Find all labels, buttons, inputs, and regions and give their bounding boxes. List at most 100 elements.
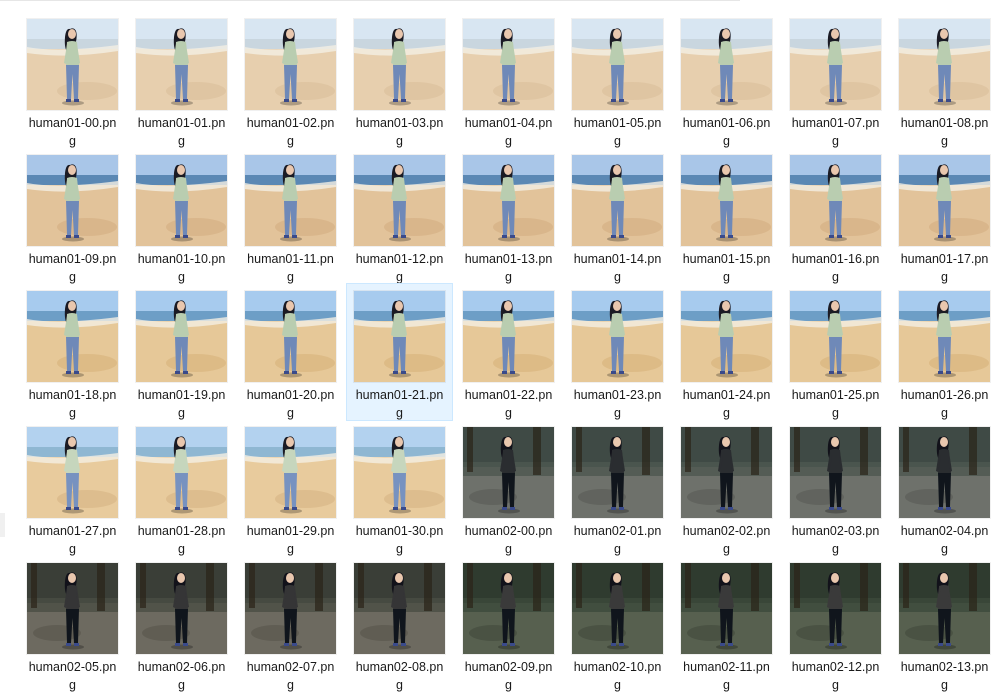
image-thumbnail[interactable] xyxy=(354,291,445,382)
file-name-line: g xyxy=(178,678,185,692)
image-thumbnail[interactable] xyxy=(899,291,990,382)
file-item[interactable]: human01-26.pn g xyxy=(892,284,997,420)
file-item[interactable]: human02-00.pn g xyxy=(456,420,561,556)
file-item[interactable]: human01-21.pn g xyxy=(346,283,453,421)
file-item[interactable]: human01-07.pn g xyxy=(783,12,888,148)
file-item[interactable]: human02-11.pn g xyxy=(674,556,779,692)
file-name-label: human01-12.pn g xyxy=(347,250,452,286)
image-thumbnail[interactable] xyxy=(790,155,881,246)
file-item[interactable]: human01-28.pn g xyxy=(129,420,234,556)
file-item[interactable]: human02-04.pn g xyxy=(892,420,997,556)
image-thumbnail[interactable] xyxy=(681,427,772,518)
file-name-line: human02-12.pn xyxy=(791,660,880,674)
image-thumbnail[interactable] xyxy=(245,291,336,382)
file-item[interactable]: human01-17.pn g xyxy=(892,148,997,284)
image-thumbnail[interactable] xyxy=(572,427,663,518)
file-item[interactable]: human01-24.pn g xyxy=(674,284,779,420)
file-name-label: human02-02.pn g xyxy=(674,522,779,558)
file-item[interactable]: human02-12.pn g xyxy=(783,556,888,692)
image-thumbnail[interactable] xyxy=(899,19,990,110)
file-item[interactable]: human02-08.pn g xyxy=(347,556,452,692)
image-thumbnail[interactable] xyxy=(790,19,881,110)
image-thumbnail[interactable] xyxy=(27,155,118,246)
file-item[interactable]: human01-09.pn g xyxy=(20,148,125,284)
image-thumbnail[interactable] xyxy=(572,291,663,382)
file-item[interactable]: human01-15.pn g xyxy=(674,148,779,284)
file-item[interactable]: human01-01.pn g xyxy=(129,12,234,148)
file-item[interactable]: human01-06.pn g xyxy=(674,12,779,148)
file-item[interactable]: human02-03.pn g xyxy=(783,420,888,556)
image-thumbnail[interactable] xyxy=(572,155,663,246)
file-item[interactable]: human02-02.pn g xyxy=(674,420,779,556)
file-name-label: human01-07.pn g xyxy=(783,114,888,150)
image-thumbnail[interactable] xyxy=(27,291,118,382)
image-thumbnail[interactable] xyxy=(463,19,554,110)
file-item[interactable]: human01-10.pn g xyxy=(129,148,234,284)
image-thumbnail[interactable] xyxy=(463,291,554,382)
file-item[interactable]: human01-27.pn g xyxy=(20,420,125,556)
file-item[interactable]: human01-08.pn g xyxy=(892,12,997,148)
file-name-line: human01-23.pn xyxy=(573,388,662,402)
file-item[interactable]: human01-13.pn g xyxy=(456,148,561,284)
file-item[interactable]: human01-29.pn g xyxy=(238,420,343,556)
file-item[interactable]: human02-05.pn g xyxy=(20,556,125,692)
file-item[interactable]: human01-03.pn g xyxy=(347,12,452,148)
file-item[interactable]: human02-06.pn g xyxy=(129,556,234,692)
image-thumbnail[interactable] xyxy=(681,291,772,382)
file-item[interactable]: human01-22.pn g xyxy=(456,284,561,420)
image-thumbnail[interactable] xyxy=(681,19,772,110)
image-thumbnail[interactable] xyxy=(790,291,881,382)
image-thumbnail[interactable] xyxy=(27,563,118,654)
file-item[interactable]: human01-04.pn g xyxy=(456,12,561,148)
file-name-line: human01-07.pn xyxy=(791,116,880,130)
image-thumbnail[interactable] xyxy=(245,19,336,110)
file-name-label: human01-05.pn g xyxy=(565,114,670,150)
file-name-line: human01-18.pn xyxy=(28,388,117,402)
file-item[interactable]: human01-18.pn g xyxy=(20,284,125,420)
file-item[interactable]: human02-10.pn g xyxy=(565,556,670,692)
file-item[interactable]: human01-20.pn g xyxy=(238,284,343,420)
file-item[interactable]: human02-09.pn g xyxy=(456,556,561,692)
file-item[interactable]: human01-11.pn g xyxy=(238,148,343,284)
image-thumbnail[interactable] xyxy=(790,563,881,654)
image-thumbnail[interactable] xyxy=(681,155,772,246)
file-item[interactable]: human02-01.pn g xyxy=(565,420,670,556)
image-thumbnail[interactable] xyxy=(463,427,554,518)
image-thumbnail[interactable] xyxy=(572,19,663,110)
image-thumbnail[interactable] xyxy=(136,155,227,246)
file-item[interactable]: human01-16.pn g xyxy=(783,148,888,284)
image-thumbnail[interactable] xyxy=(136,291,227,382)
file-item[interactable]: human02-07.pn g xyxy=(238,556,343,692)
file-item[interactable]: human01-02.pn g xyxy=(238,12,343,148)
file-item[interactable]: human01-19.pn g xyxy=(129,284,234,420)
file-item[interactable]: human01-14.pn g xyxy=(565,148,670,284)
image-thumbnail[interactable] xyxy=(136,563,227,654)
image-thumbnail[interactable] xyxy=(136,19,227,110)
image-thumbnail[interactable] xyxy=(354,427,445,518)
image-thumbnail[interactable] xyxy=(899,155,990,246)
file-item[interactable]: human02-13.pn g xyxy=(892,556,997,692)
file-item[interactable]: human01-05.pn g xyxy=(565,12,670,148)
image-thumbnail[interactable] xyxy=(245,427,336,518)
image-thumbnail[interactable] xyxy=(245,563,336,654)
image-thumbnail[interactable] xyxy=(572,563,663,654)
image-thumbnail[interactable] xyxy=(27,19,118,110)
image-thumbnail[interactable] xyxy=(354,155,445,246)
file-name-label: human02-00.pn g xyxy=(456,522,561,558)
image-thumbnail[interactable] xyxy=(681,563,772,654)
image-thumbnail[interactable] xyxy=(245,155,336,246)
image-thumbnail[interactable] xyxy=(463,563,554,654)
file-item[interactable]: human01-12.pn g xyxy=(347,148,452,284)
image-thumbnail[interactable] xyxy=(354,563,445,654)
image-thumbnail[interactable] xyxy=(354,19,445,110)
file-item[interactable]: human01-30.pn g xyxy=(347,420,452,556)
image-thumbnail[interactable] xyxy=(463,155,554,246)
image-thumbnail[interactable] xyxy=(136,427,227,518)
image-thumbnail[interactable] xyxy=(27,427,118,518)
file-item[interactable]: human01-25.pn g xyxy=(783,284,888,420)
image-thumbnail[interactable] xyxy=(899,563,990,654)
file-item[interactable]: human01-23.pn g xyxy=(565,284,670,420)
image-thumbnail[interactable] xyxy=(790,427,881,518)
file-item[interactable]: human01-00.pn g xyxy=(20,12,125,148)
image-thumbnail[interactable] xyxy=(899,427,990,518)
